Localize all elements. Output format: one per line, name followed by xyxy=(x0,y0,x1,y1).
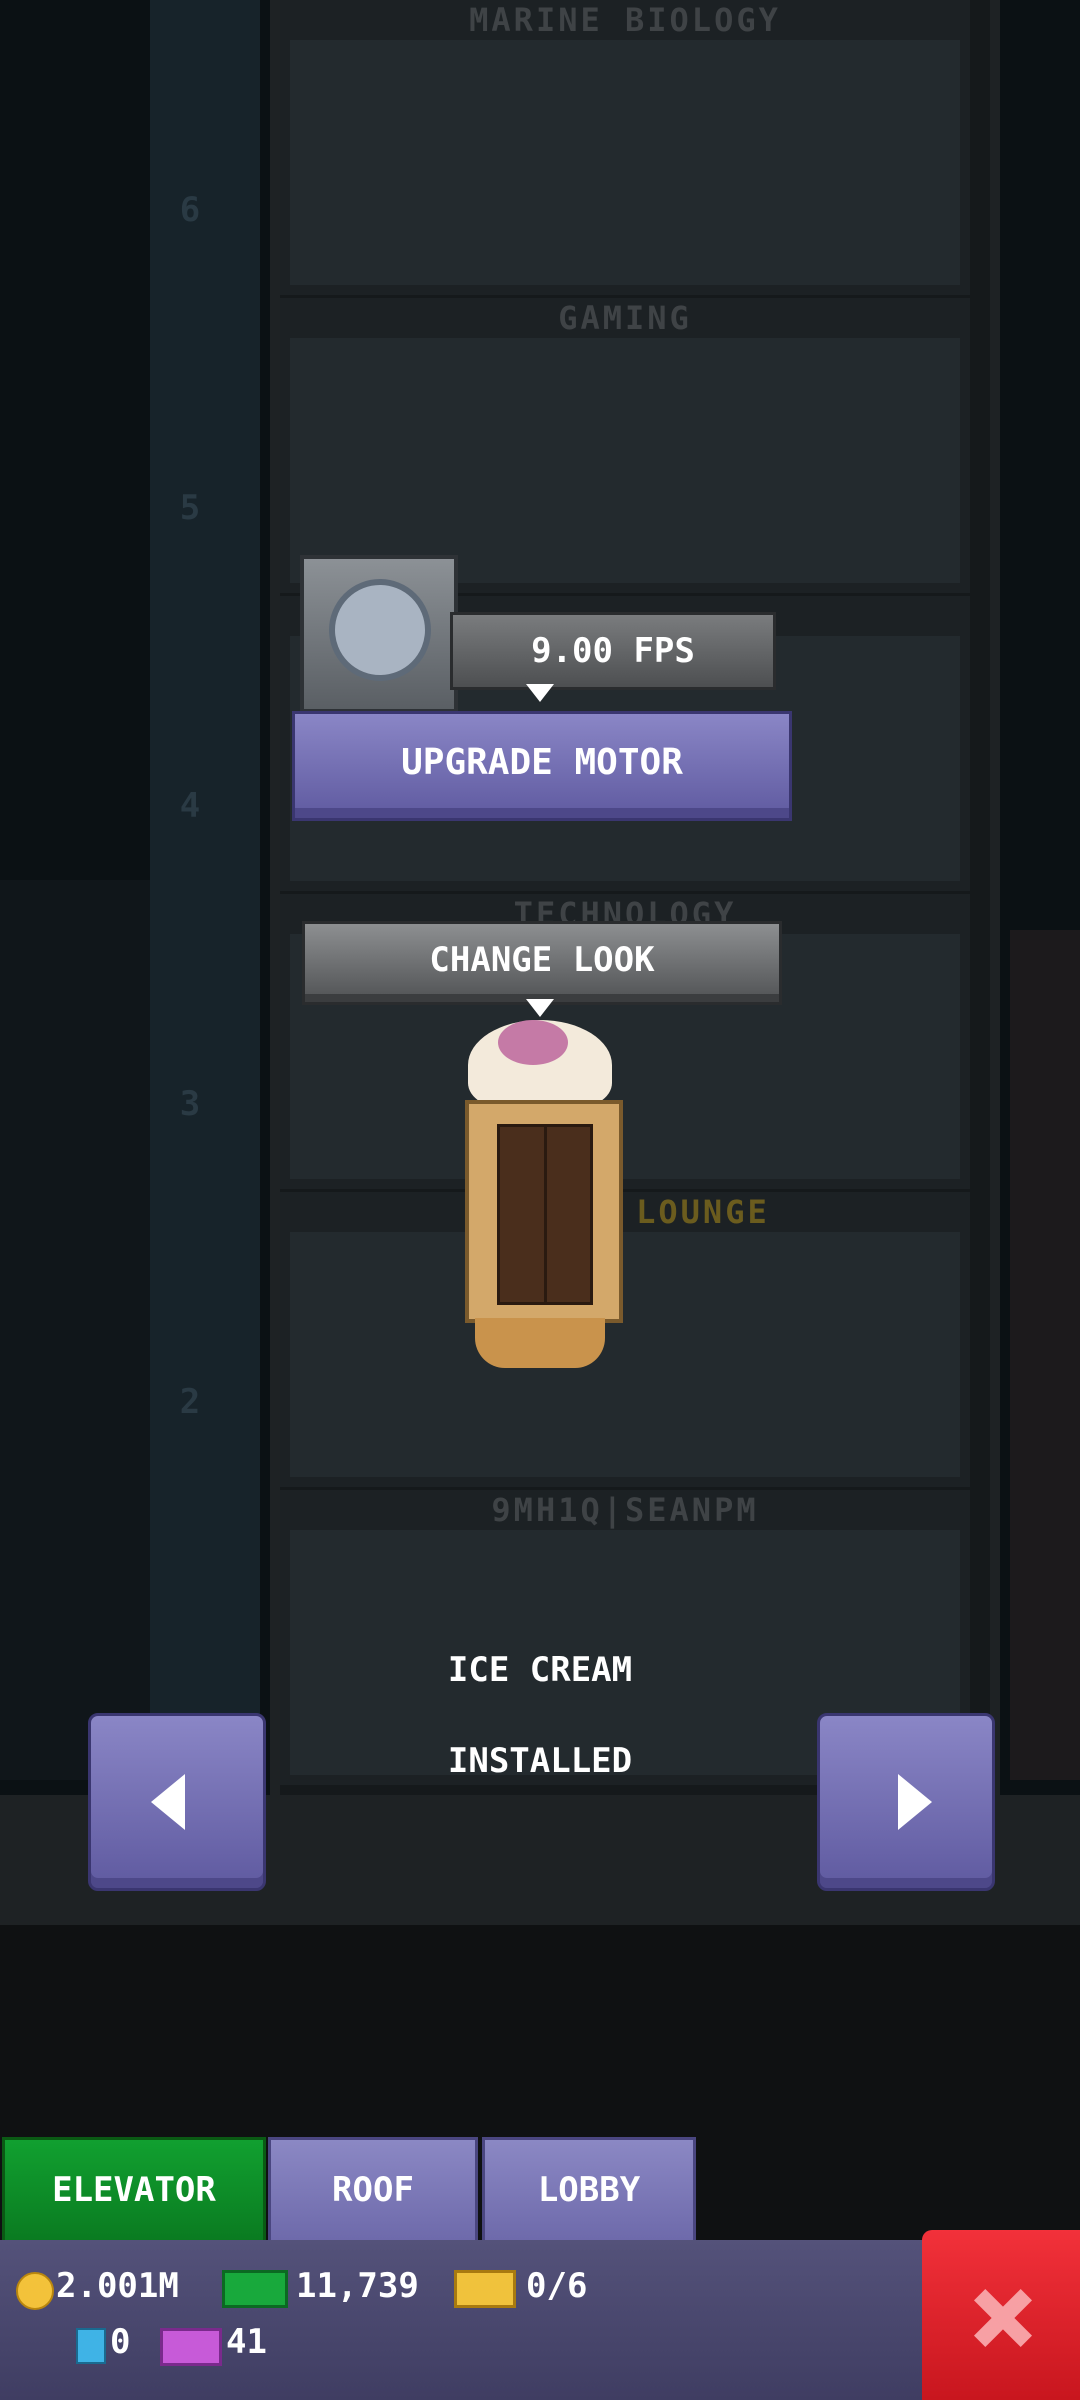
neighbor-building-right xyxy=(1010,930,1080,1780)
floor-name: MARINE BIOLOGY xyxy=(469,1,781,39)
floor-number: 4 xyxy=(179,786,201,826)
cubes-count: 0 xyxy=(110,2322,131,2362)
tab-label: LOBBY xyxy=(537,2170,641,2210)
resource-bar: 2.001M 11,739 0/6 0 41 xyxy=(0,2240,925,2400)
whipped-cream-icon xyxy=(468,1020,612,1110)
tab-roof[interactable]: ROOF xyxy=(268,2137,478,2246)
bux-icon xyxy=(222,2270,288,2308)
motor-wheel-icon xyxy=(300,555,458,713)
ice-cream-elevator[interactable] xyxy=(460,1000,623,1375)
change-look-button[interactable]: CHANGE LOOK xyxy=(302,921,782,1005)
elevator-doors xyxy=(497,1124,593,1305)
previous-look-button[interactable] xyxy=(88,1713,266,1891)
elevator-cab xyxy=(465,1100,623,1323)
floor-number: 2 xyxy=(179,1382,201,1422)
floor-number: 6 xyxy=(179,190,201,230)
tab-label: ROOF xyxy=(332,2170,414,2210)
floor-name: 9MH1Q|SEANPM xyxy=(491,1491,759,1529)
floor-name: GAMING xyxy=(558,299,692,337)
bux-count: 11,739 xyxy=(296,2266,419,2306)
vip-count: 41 xyxy=(226,2322,267,2362)
tab-lobby[interactable]: LOBBY xyxy=(482,2137,696,2246)
change-look-label: CHANGE LOOK xyxy=(429,940,655,980)
floor-number: 3 xyxy=(179,1084,201,1124)
pink-scoop-icon xyxy=(498,1020,568,1065)
upgrade-motor-label: UPGRADE MOTOR xyxy=(401,742,683,783)
floor-gaming[interactable]: GAMING xyxy=(280,298,970,593)
coins-count: 2.001M xyxy=(56,2266,179,2306)
floor-legend-lounge[interactable]: LEGEND LOUNGE xyxy=(280,1192,970,1487)
elevator-shaft xyxy=(150,0,260,1800)
tab-elevator[interactable]: ELEVATOR xyxy=(2,2137,266,2246)
vip-ticket-icon xyxy=(160,2328,222,2366)
tab-label: ELEVATOR xyxy=(52,2170,216,2210)
floor-name: LEGEND LOUNGE xyxy=(480,1193,770,1231)
fps-value: 9.00 FPS xyxy=(531,631,695,671)
wheel-icon xyxy=(329,579,431,681)
look-style-name: ICE CREAM xyxy=(447,1650,633,1690)
look-status: INSTALLED xyxy=(447,1741,633,1781)
pointer-down-icon xyxy=(526,684,554,702)
blue-cube-icon xyxy=(76,2328,106,2364)
coin-icon xyxy=(16,2272,54,2310)
floor-marine-biology[interactable]: MARINE BIOLOGY xyxy=(280,0,970,295)
floor-room xyxy=(290,40,960,285)
floor-room xyxy=(290,1232,960,1477)
arrow-left-icon xyxy=(151,1774,185,1830)
waffle-cone-icon xyxy=(475,1318,605,1368)
neighbor-building-left xyxy=(0,880,150,1780)
floor-number: 5 xyxy=(179,488,201,528)
floor-room xyxy=(290,338,960,583)
ticket-icon xyxy=(454,2270,516,2308)
fps-display: 9.00 FPS xyxy=(450,612,776,690)
close-button[interactable] xyxy=(922,2230,1080,2400)
arrow-right-icon xyxy=(898,1774,932,1830)
next-look-button[interactable] xyxy=(817,1713,995,1891)
upgrade-motor-button[interactable]: UPGRADE MOTOR xyxy=(292,711,792,821)
tickets-count: 0/6 xyxy=(526,2266,588,2306)
